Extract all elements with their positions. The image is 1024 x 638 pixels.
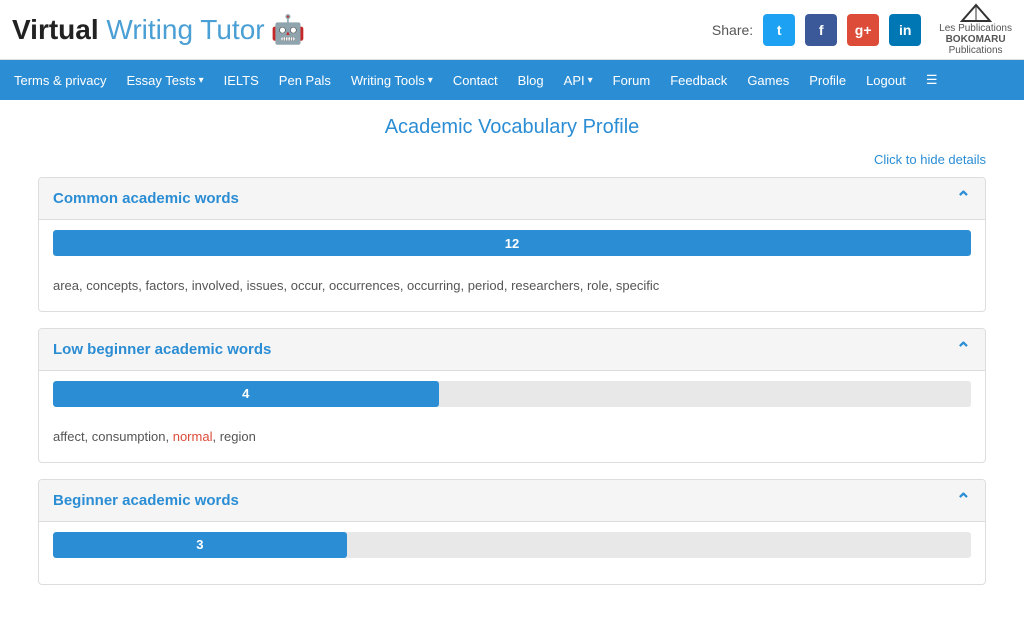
common-word-list: area, concepts, factors, involved, issue…	[53, 268, 971, 297]
share-label: Share:	[712, 22, 753, 38]
nav-terms-privacy[interactable]: Terms & privacy	[4, 60, 116, 100]
logo-text: Virtual Writing Tutor	[12, 14, 265, 46]
bokomaru-icon	[960, 3, 992, 23]
nav-profile[interactable]: Profile	[799, 60, 856, 100]
nav-pen-pals-label: Pen Pals	[279, 73, 331, 88]
common-academic-body: 12 area, concepts, factors, involved, is…	[39, 220, 985, 311]
main-content: Academic Vocabulary Profile Click to hid…	[22, 100, 1002, 617]
nav-api[interactable]: API ▾	[554, 60, 603, 100]
navbar: Terms & privacy Essay Tests ▾ IELTS Pen …	[0, 60, 1024, 100]
twitter-button[interactable]: t	[763, 14, 795, 46]
nav-writing-tools-label: Writing Tools	[351, 73, 425, 88]
linkedin-button[interactable]: in	[889, 14, 921, 46]
bokomaru-logo: Les Publications BOKOMARU Publications	[939, 3, 1012, 56]
nav-api-label: API	[564, 73, 585, 88]
beginner-title: Beginner academic words	[53, 492, 239, 509]
header: Virtual Writing Tutor 🤖 Share: t f g+ in…	[0, 0, 1024, 60]
word-normal: normal	[173, 429, 213, 444]
facebook-button[interactable]: f	[805, 14, 837, 46]
nav-forum-label: Forum	[613, 73, 651, 88]
low-beginner-progress-value: 4	[242, 386, 249, 401]
header-right: Share: t f g+ in Les Publications BOKOMA…	[712, 3, 1012, 56]
robot-icon: 🤖	[271, 13, 306, 46]
logo-bold: Virtual	[12, 14, 99, 45]
nav-pen-pals[interactable]: Pen Pals	[269, 60, 341, 100]
common-academic-title: Common academic words	[53, 190, 239, 207]
low-beginner-body: 4 affect, consumption, normal, region	[39, 371, 985, 462]
bokomaru-text1: Les Publications	[939, 23, 1012, 34]
hide-details-container: Click to hide details	[38, 151, 986, 167]
nav-logout-label: Logout	[866, 73, 906, 88]
low-beginner-header[interactable]: Low beginner academic words ⌃	[39, 329, 985, 371]
hamburger-icon: ☰	[926, 72, 938, 88]
beginner-progress-value: 3	[196, 537, 203, 552]
nav-games-label: Games	[747, 73, 789, 88]
nav-blog[interactable]: Blog	[508, 60, 554, 100]
nav-essay-tests-label: Essay Tests	[126, 73, 195, 88]
low-beginner-progress-fill: 4	[53, 381, 439, 407]
page-title: Academic Vocabulary Profile	[38, 116, 986, 139]
bokomaru-text2: BOKOMARU	[946, 34, 1006, 45]
common-progress-bar-fill: 12	[53, 230, 971, 256]
hide-details-link[interactable]: Click to hide details	[874, 152, 986, 167]
nav-terms-privacy-label: Terms & privacy	[14, 73, 106, 88]
low-beginner-progress-container: 4	[53, 381, 971, 407]
low-beginner-word-list: affect, consumption, normal, region	[53, 419, 971, 448]
nav-logout[interactable]: Logout	[856, 60, 916, 100]
beginner-section: Beginner academic words ⌃ 3	[38, 479, 986, 585]
nav-ielts-label: IELTS	[224, 73, 259, 88]
google-button[interactable]: g+	[847, 14, 879, 46]
nav-writing-tools[interactable]: Writing Tools ▾	[341, 60, 443, 100]
nav-contact[interactable]: Contact	[443, 60, 508, 100]
writing-tools-chevron: ▾	[428, 75, 433, 86]
low-beginner-chevron: ⌃	[956, 339, 971, 360]
common-progress-value: 12	[505, 236, 519, 251]
nav-blog-label: Blog	[518, 73, 544, 88]
word-affect-consumption: affect, consumption,	[53, 429, 173, 444]
low-beginner-section: Low beginner academic words ⌃ 4 affect, …	[38, 328, 986, 463]
common-progress-bar-container: 12	[53, 230, 971, 256]
nav-menu[interactable]: ☰	[916, 60, 948, 100]
beginner-progress-container: 3	[53, 532, 971, 558]
nav-profile-label: Profile	[809, 73, 846, 88]
essay-tests-chevron: ▾	[199, 75, 204, 86]
nav-games[interactable]: Games	[737, 60, 799, 100]
nav-feedback-label: Feedback	[670, 73, 727, 88]
nav-feedback[interactable]: Feedback	[660, 60, 737, 100]
logo-area: Virtual Writing Tutor 🤖	[12, 13, 305, 46]
logo-light: Writing Tutor	[99, 14, 265, 45]
bokomaru-text3: Publications	[949, 45, 1003, 56]
nav-forum[interactable]: Forum	[603, 60, 661, 100]
word-region: , region	[212, 429, 255, 444]
common-academic-section: Common academic words ⌃ 12 area, concept…	[38, 177, 986, 312]
api-chevron: ▾	[588, 75, 593, 86]
common-academic-header[interactable]: Common academic words ⌃	[39, 178, 985, 220]
nav-essay-tests[interactable]: Essay Tests ▾	[116, 60, 213, 100]
nav-ielts[interactable]: IELTS	[214, 60, 269, 100]
nav-contact-label: Contact	[453, 73, 498, 88]
low-beginner-title: Low beginner academic words	[53, 341, 271, 358]
beginner-chevron: ⌃	[956, 490, 971, 511]
beginner-body: 3	[39, 522, 985, 584]
beginner-header[interactable]: Beginner academic words ⌃	[39, 480, 985, 522]
beginner-progress-fill: 3	[53, 532, 347, 558]
common-academic-chevron: ⌃	[956, 188, 971, 209]
